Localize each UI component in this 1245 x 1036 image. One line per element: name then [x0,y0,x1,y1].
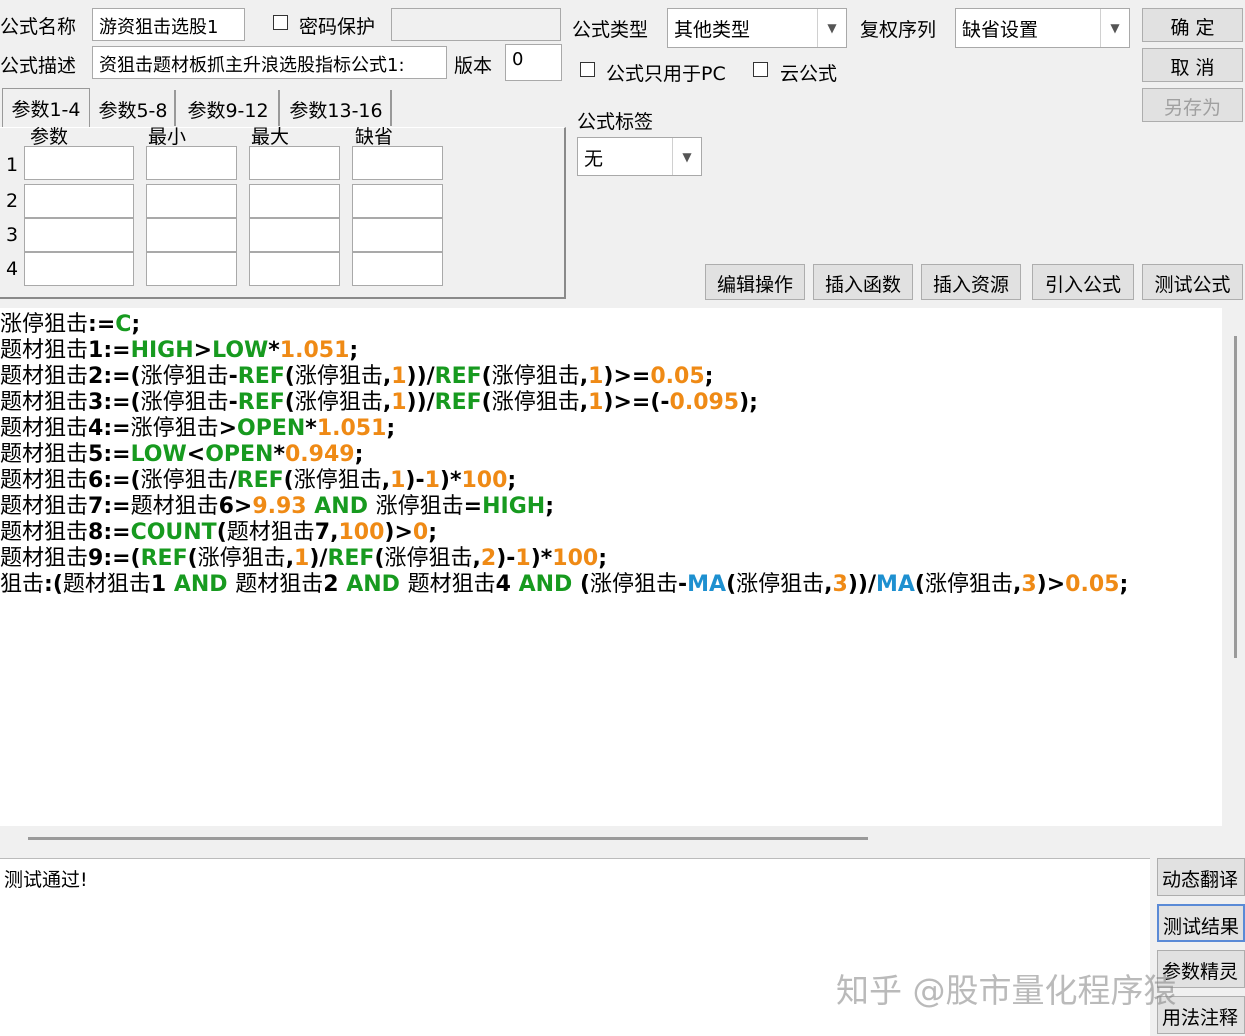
version-label: 版本 [454,55,493,77]
param-row-number: 3 [6,224,19,246]
formula-type-label: 公式类型 [572,19,649,41]
watermark: 知乎 @股市量化程序猿 [836,971,1177,1010]
code-editor[interactable]: 涨停狙击:=C; 题材狙击1:=HIGH>LOW*1.051; 题材狙击2:=(涨停… [0,308,1222,826]
formula-desc-input[interactable]: 资狙击题材板抓主升浪选股指标公式1: [92,46,447,79]
param-2-max-input[interactable] [249,184,340,218]
pc-only-checkbox[interactable] [580,62,595,77]
code-line: 题材狙击1:=HIGH>LOW*1.051; [0,338,359,363]
password-checkbox[interactable] [273,15,288,30]
formula-desc-label: 公式描述 [0,55,77,77]
param-header-name: 参数 [30,126,69,148]
dynamic-translate-button[interactable]: 动态翻译 [1157,858,1245,896]
formula-tag-select[interactable]: 无 ▼ [577,137,702,176]
cloud-formula-label: 云公式 [780,63,838,85]
horizontal-scrollbar-thumb[interactable] [28,837,868,840]
param-row-number: 1 [6,154,19,176]
formula-tag-label: 公式标签 [577,111,654,133]
pc-only-label: 公式只用于PC [606,63,726,85]
param-3-default-input[interactable] [352,218,443,252]
param-header-max: 最大 [251,126,290,148]
param-4-min-input[interactable] [146,252,237,286]
formula-type-select[interactable]: 其他类型 ▼ [667,8,847,48]
param-3-max-input[interactable] [249,218,340,252]
param-4-name-input[interactable] [24,252,134,286]
insert-resource-button[interactable]: 插入资源 [921,264,1021,300]
formula-name-input[interactable]: 游资狙击选股1 [92,8,245,41]
cloud-formula-checkbox[interactable] [753,62,768,77]
param-header-min: 最小 [148,126,187,148]
code-line: 题材狙击2:=(涨停狙击-REF(涨停狙击,1))/REF(涨停狙击,1)>=0… [0,364,714,389]
password-label: 密码保护 [299,16,376,38]
save-as-button[interactable]: 另存为 [1142,88,1243,122]
param-1-name-input[interactable] [24,146,134,180]
code-line: 题材狙击9:=(REF(涨停狙击,1)/REF(涨停狙击,2)-1)*100; [0,546,608,571]
fq-sequence-value: 缺省设置 [962,19,1039,41]
formula-name-label: 公式名称 [0,16,77,38]
param-3-min-input[interactable] [146,218,237,252]
cancel-button[interactable]: 取 消 [1142,48,1243,82]
param-row-number: 4 [6,258,19,280]
param-1-max-input[interactable] [249,146,340,180]
tab-params-13-16[interactable]: 参数13-16 [282,90,392,126]
import-formula-button[interactable]: 引入公式 [1032,264,1134,300]
param-2-min-input[interactable] [146,184,237,218]
edit-ops-button[interactable]: 编辑操作 [705,264,805,300]
code-line: 题材狙击3:=(涨停狙击-REF(涨停狙击,1))/REF(涨停狙击,1)>=(… [0,390,758,415]
param-4-max-input[interactable] [249,252,340,286]
param-2-name-input[interactable] [24,184,134,218]
code-line: 题材狙击4:=涨停狙击>OPEN*1.051; [0,416,396,441]
param-4-default-input[interactable] [352,252,443,286]
fq-sequence-select[interactable]: 缺省设置 ▼ [955,8,1130,48]
vertical-scrollbar-thumb[interactable] [1234,336,1237,658]
chevron-down-icon: ▼ [672,138,701,175]
param-2-default-input[interactable] [352,184,443,218]
param-header-default: 缺省 [355,126,394,148]
insert-function-button[interactable]: 插入函数 [813,264,913,300]
tab-params-5-8[interactable]: 参数5-8 [92,90,176,126]
output-text: 测试通过! [4,869,88,891]
ok-button[interactable]: 确 定 [1142,8,1243,42]
param-3-name-input[interactable] [24,218,134,252]
chevron-down-icon: ▼ [817,9,846,47]
code-line: 涨停狙击:=C; [0,312,141,337]
param-row-number: 2 [6,190,19,212]
param-1-min-input[interactable] [146,146,237,180]
param-1-default-input[interactable] [352,146,443,180]
version-input[interactable]: 0 [505,44,562,81]
formula-type-value: 其他类型 [674,19,751,41]
code-line: 题材狙击5:=LOW<OPEN*0.949; [0,442,364,467]
test-result-button[interactable]: 测试结果 [1157,904,1245,942]
code-line: 题材狙击8:=COUNT(题材狙击7,100)>0; [0,520,438,545]
chevron-down-icon: ▼ [1100,9,1129,47]
tab-params-9-12[interactable]: 参数9-12 [178,90,280,126]
horizontal-scrollbar[interactable] [0,826,1245,854]
code-line: 题材狙击7:=题材狙击6>9.93 AND 涨停狙击=HIGH; [0,494,554,519]
test-formula-button[interactable]: 测试公式 [1142,264,1243,300]
formula-tag-value: 无 [584,148,604,170]
password-input[interactable] [391,8,561,41]
fq-sequence-label: 复权序列 [860,19,937,41]
code-line: 题材狙击6:=(涨停狙击/REF(涨停狙击,1)-1)*100; [0,468,517,493]
code-line: 狙击:(题材狙击1 AND 题材狙击2 AND 题材狙击4 AND (涨停狙击-… [0,572,1129,597]
